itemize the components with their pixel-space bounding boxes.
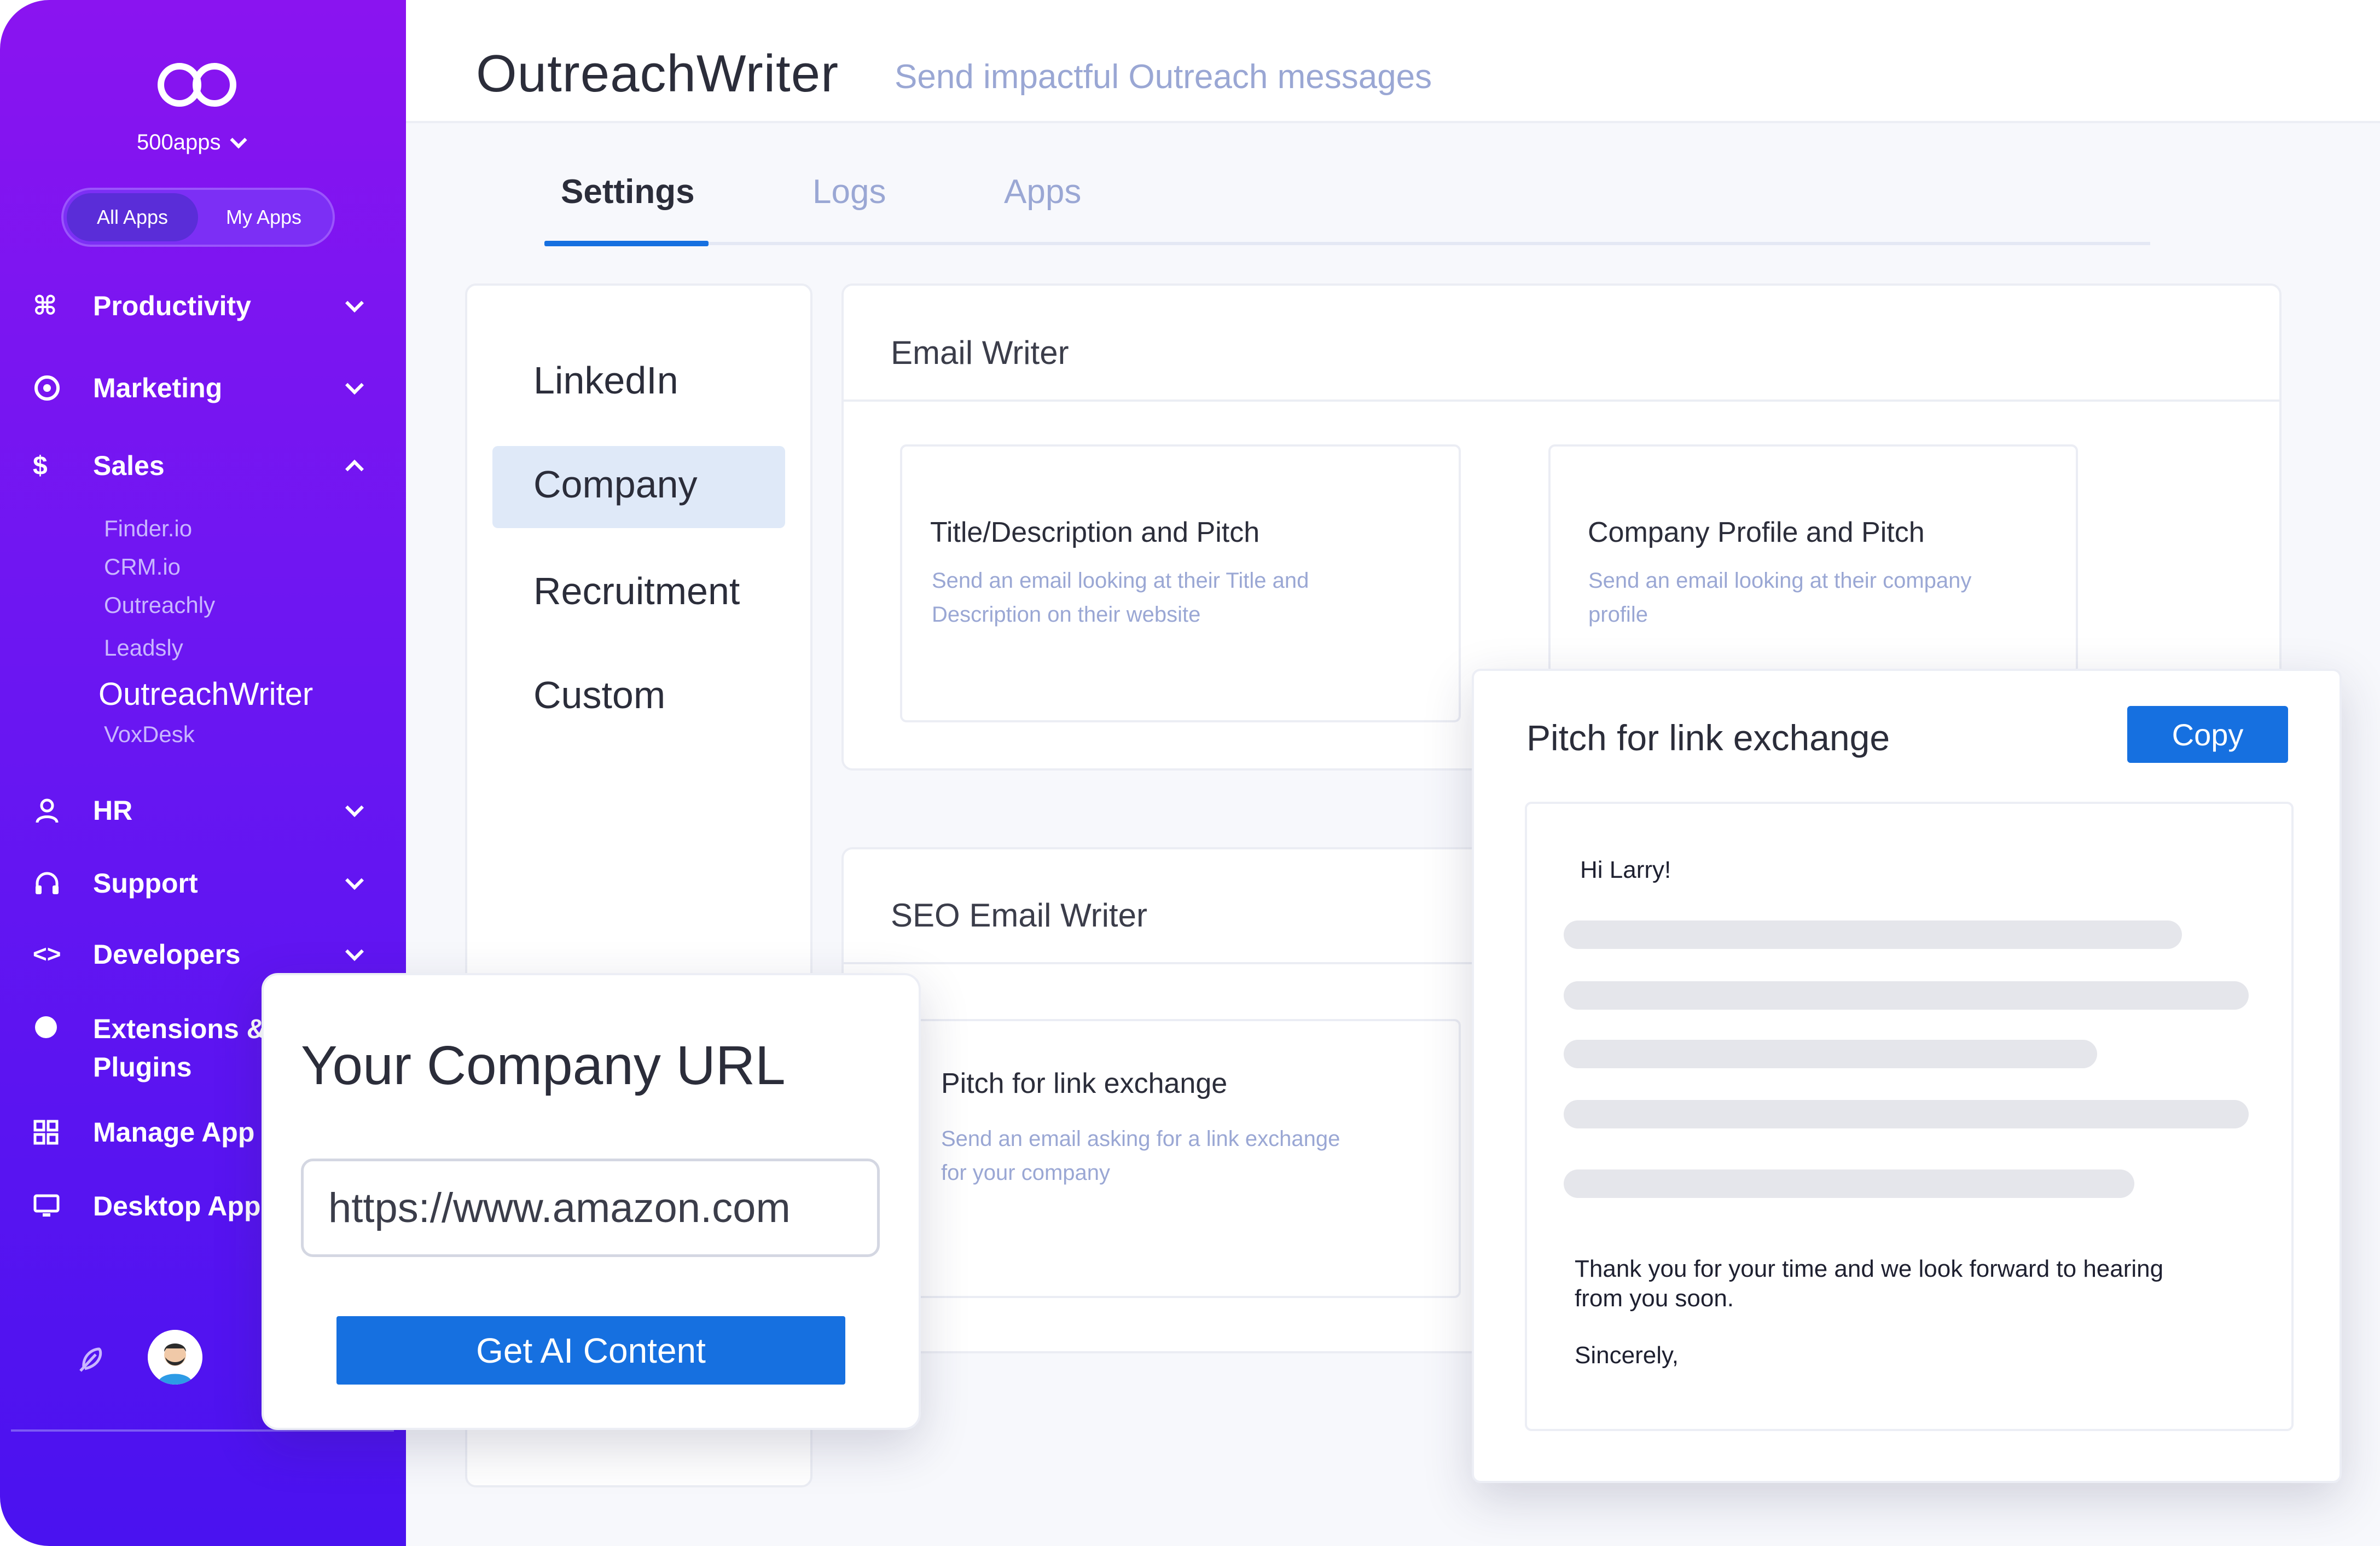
sidebar-subitem-crm[interactable]: CRM.io	[104, 554, 181, 580]
email-writer-title: Email Writer	[891, 334, 1069, 371]
tab-logs[interactable]: Logs	[812, 172, 886, 211]
email-signoff: Sincerely,	[1575, 1342, 1679, 1369]
seo-writer-divider	[844, 962, 1518, 964]
tab-settings[interactable]: Settings	[561, 172, 695, 211]
email-closing: Thank you for your time and we look forw…	[1575, 1255, 2164, 1312]
headphones-icon	[33, 869, 71, 898]
card-title: Company Profile and Pitch	[1588, 517, 1925, 548]
sidebar-subitem-leadsly[interactable]: Leadsly	[104, 635, 183, 661]
sidebar-item-marketing[interactable]: Marketing	[33, 372, 367, 404]
page-title: OutreachWriter	[476, 44, 839, 103]
sidebar-item-hr[interactable]: HR	[33, 795, 367, 826]
chevron-down-icon	[345, 294, 364, 312]
card-title: Title/Description and Pitch	[930, 517, 1260, 548]
sidebar-item-support[interactable]: Support	[33, 867, 367, 899]
workspace-name: 500apps	[137, 130, 221, 154]
category-linkedin[interactable]: LinkedIn	[533, 358, 678, 402]
sidebar-subitem-finder[interactable]: Finder.io	[104, 516, 192, 542]
code-icon: <>	[33, 941, 61, 968]
avatar[interactable]	[148, 1330, 202, 1385]
sidebar-item-developers[interactable]: <> Developers	[33, 939, 367, 970]
workspace-switcher[interactable]: 500apps	[137, 130, 248, 155]
apps-toggle: All Apps My Apps	[61, 188, 335, 247]
monitor-icon	[33, 1192, 71, 1220]
loading-bar	[1564, 1100, 2249, 1128]
grid-icon	[33, 1119, 71, 1145]
category-recruitment[interactable]: Recruitment	[533, 569, 740, 613]
result-popup-title: Pitch for link exchange	[1526, 717, 1890, 758]
chevron-down-icon	[230, 131, 248, 149]
person-icon	[33, 796, 71, 825]
chevron-up-icon	[345, 460, 364, 478]
chevron-down-icon	[345, 942, 364, 961]
email-greeting: Hi Larry!	[1580, 856, 1671, 883]
page-subtitle: Send impactful Outreach messages	[895, 58, 1432, 96]
copy-button[interactable]: Copy	[2127, 706, 2288, 763]
my-apps-toggle[interactable]: My Apps	[198, 193, 329, 241]
sidebar-subitem-outreachly[interactable]: Outreachly	[104, 592, 215, 618]
tab-apps[interactable]: Apps	[1004, 172, 1081, 211]
loading-bar	[1564, 981, 2249, 1010]
feather-icon[interactable]	[74, 1344, 107, 1376]
email-writer-divider	[844, 399, 2279, 402]
company-url-input[interactable]	[301, 1159, 880, 1257]
chevron-down-icon	[345, 798, 364, 817]
card-description: Send an email asking for a link exchange…	[941, 1127, 1340, 1185]
loading-bar	[1564, 1040, 2097, 1068]
sidebar-subitem-voxdesk[interactable]: VoxDesk	[104, 721, 195, 748]
loading-bar	[1564, 920, 2182, 949]
loading-bar	[1564, 1169, 2134, 1198]
target-icon	[33, 374, 71, 402]
company-url-title: Your Company URL	[301, 1035, 786, 1096]
chevron-down-icon	[345, 376, 364, 395]
seo-writer-title: SEO Email Writer	[891, 897, 1147, 934]
category-company[interactable]: Company	[533, 462, 698, 506]
all-apps-toggle[interactable]: All Apps	[67, 193, 198, 241]
tab-active-indicator	[544, 241, 709, 246]
command-icon: ⌘	[33, 292, 57, 321]
puzzle-icon	[33, 1010, 71, 1040]
card-title: Pitch for link exchange	[941, 1068, 1228, 1099]
template-card-company-profile[interactable]	[1548, 444, 2078, 674]
get-ai-content-button[interactable]: Get AI Content	[336, 1316, 845, 1385]
category-custom[interactable]: Custom	[533, 673, 665, 717]
chevron-down-icon	[345, 871, 364, 890]
sidebar-item-sales[interactable]: $ Sales	[33, 450, 367, 482]
card-description: Send an email looking at their Title and…	[932, 569, 1309, 627]
sidebar-item-productivity[interactable]: ⌘ Productivity	[33, 290, 367, 322]
card-description: Send an email looking at their company p…	[1588, 569, 1972, 627]
tab-divider	[544, 242, 2150, 245]
sidebar-subitem-outreachwriter[interactable]: OutreachWriter	[98, 676, 313, 713]
500apps-logo-icon[interactable]	[153, 57, 241, 112]
dollar-icon: $	[33, 451, 48, 480]
